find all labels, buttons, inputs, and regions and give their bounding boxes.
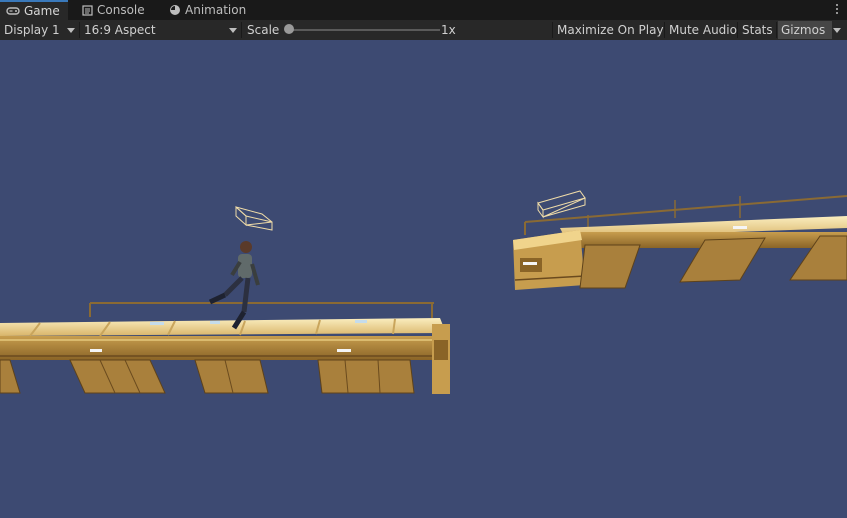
left-platform <box>0 302 450 394</box>
camera-gizmo[interactable] <box>235 205 273 231</box>
player-character[interactable] <box>208 241 260 330</box>
mute-audio-toggle[interactable]: Mute Audio <box>666 21 740 39</box>
trigger-gizmo[interactable] <box>537 190 586 219</box>
editor-tab-bar: Game Console Animation <box>0 0 847 21</box>
chevron-down-icon[interactable] <box>833 28 841 33</box>
tab-game[interactable]: Game <box>0 0 68 20</box>
stats-toggle[interactable]: Stats <box>739 21 776 39</box>
tab-console[interactable]: Console <box>82 0 145 20</box>
game-scene <box>0 190 847 394</box>
scale-value: 1x <box>441 23 456 37</box>
scale-slider-track[interactable] <box>292 29 440 31</box>
gizmos-toggle[interactable]: Gizmos <box>778 21 832 39</box>
right-platform <box>513 195 847 290</box>
kebab-menu-icon[interactable] <box>835 2 839 16</box>
chevron-down-icon <box>229 28 237 33</box>
tab-game-label: Game <box>24 4 60 18</box>
game-view-toolbar: Display 1 16:9 Aspect Scale 1x Maximize … <box>0 20 847 41</box>
gamepad-icon <box>6 7 20 15</box>
game-viewport[interactable] <box>0 40 847 518</box>
chevron-down-icon <box>67 28 75 33</box>
maximize-on-play-toggle[interactable]: Maximize On Play <box>554 21 667 39</box>
tab-animation-label: Animation <box>185 3 247 17</box>
scale-label: Scale <box>247 23 280 37</box>
console-icon <box>82 4 93 16</box>
display-dropdown[interactable]: Display 1 <box>4 20 60 40</box>
tab-console-label: Console <box>97 3 145 17</box>
aspect-dropdown[interactable]: 16:9 Aspect <box>84 20 156 40</box>
scale-slider-handle[interactable] <box>284 24 294 34</box>
tab-animation[interactable]: Animation <box>169 0 246 20</box>
clock-icon <box>170 5 180 15</box>
